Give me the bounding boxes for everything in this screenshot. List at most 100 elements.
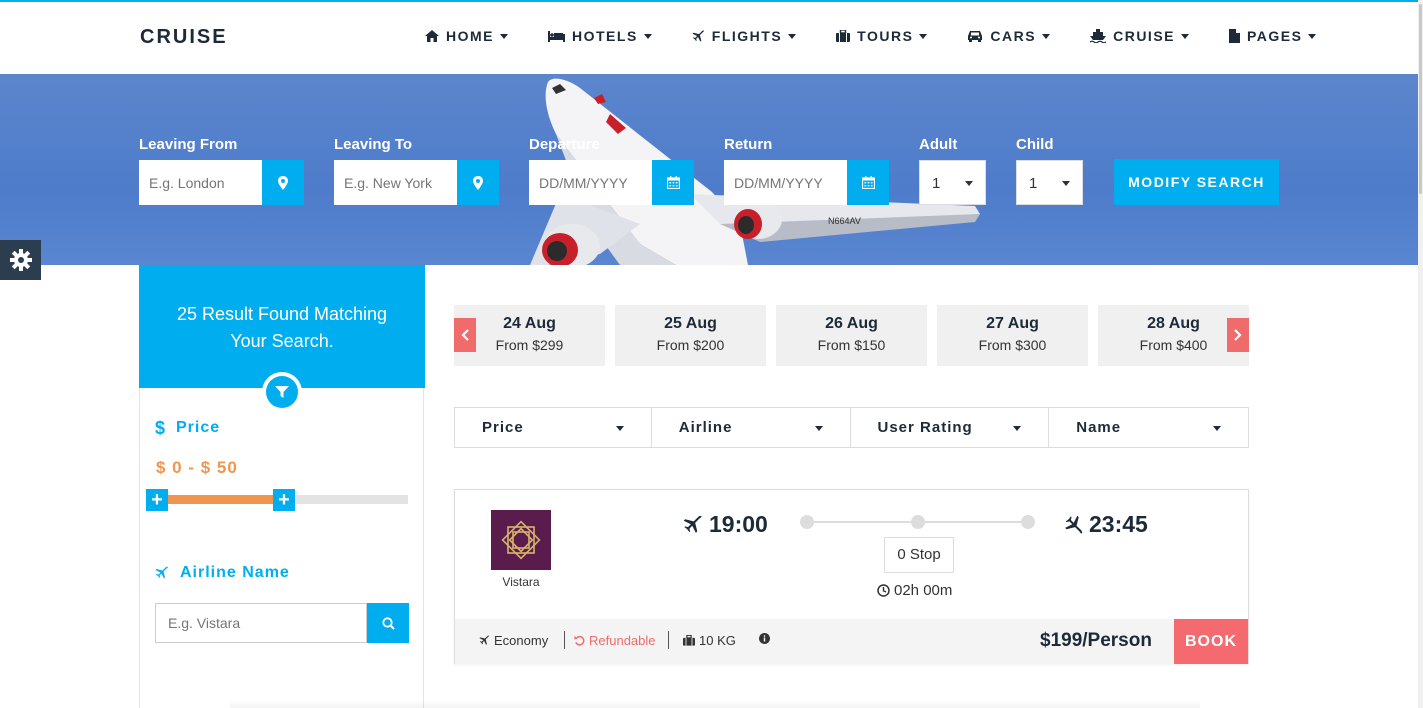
sort-user-rating[interactable]: User Rating (851, 408, 1050, 447)
date-card[interactable]: 26 Aug From $150 (776, 305, 927, 366)
price-filter-title: $ Price (155, 419, 220, 437)
nav-flights[interactable]: FLIGHTS (692, 28, 797, 44)
return-input[interactable] (724, 160, 847, 205)
gear-icon (9, 249, 32, 271)
map-marker-icon[interactable] (457, 160, 499, 205)
calendar-icon[interactable] (652, 160, 694, 205)
sort-airline[interactable]: Airline (652, 408, 851, 447)
dollar-icon: $ (155, 419, 166, 437)
adult-value: 1 (932, 175, 941, 192)
nav-pages[interactable]: PAGES (1229, 28, 1317, 44)
refund-status-value: Refundable (589, 633, 656, 648)
filter-toggle[interactable] (262, 372, 302, 412)
child-label: Child (1016, 136, 1054, 153)
airline-search-group (155, 603, 409, 643)
map-marker-icon[interactable] (262, 160, 304, 205)
settings-button[interactable] (0, 240, 41, 280)
plane-icon (479, 635, 490, 645)
date-card-date: 26 Aug (825, 315, 878, 332)
date-next-button[interactable] (1227, 318, 1249, 352)
airline-filter-title: Airline Name (155, 564, 290, 582)
price-slider-fill (156, 495, 282, 504)
airline-search-input[interactable] (155, 603, 367, 643)
departure-label: Departure (529, 136, 600, 153)
chevron-down-icon (814, 426, 823, 431)
chevron-down-icon (1062, 181, 1070, 186)
filter-icon (275, 386, 289, 398)
flight-result-card: Vistara 19:00 0 Stop 02h 00m 23:45 Econo… (454, 489, 1249, 664)
brand-logo[interactable]: CRUISE (140, 26, 228, 49)
next-card-edge (230, 700, 1200, 708)
leaving-to-input[interactable] (334, 160, 457, 205)
sort-bar: Price Airline User Rating Name (454, 407, 1249, 448)
adult-select[interactable]: 1 (919, 160, 986, 205)
divider (564, 631, 565, 649)
adult-label: Adult (919, 136, 958, 153)
nav-tours-label: TOURS (857, 28, 914, 44)
plane-icon (692, 30, 704, 42)
modify-search-button[interactable]: MODIFY SEARCH (1114, 159, 1279, 205)
result-count-box: 25 Result Found Matching Your Search. (139, 265, 425, 388)
nav-hotels[interactable]: HOTELS (548, 28, 652, 44)
nav-cars[interactable]: CARS (967, 28, 1051, 44)
cabin-class-value: Economy (494, 633, 549, 648)
date-card[interactable]: 24 Aug From $299 (454, 305, 605, 366)
undo-icon (574, 635, 585, 646)
nav-cars-label: CARS (990, 28, 1037, 44)
book-button[interactable]: BOOK (1174, 619, 1248, 664)
return-label: Return (724, 136, 773, 153)
departure-input[interactable] (529, 160, 652, 205)
price-slider-max-handle[interactable]: + (273, 489, 295, 511)
date-card[interactable]: 27 Aug From $300 (937, 305, 1088, 366)
info-icon[interactable] (759, 633, 774, 644)
leaving-from-group (139, 160, 304, 205)
nav-hotels-label: HOTELS (572, 28, 638, 44)
child-value: 1 (1029, 175, 1038, 192)
sort-name[interactable]: Name (1049, 408, 1248, 447)
page-scrollbar[interactable] (1418, 0, 1423, 708)
calendar-icon[interactable] (847, 160, 889, 205)
svg-text:$: $ (155, 419, 166, 437)
date-card[interactable]: 25 Aug From $200 (615, 305, 766, 366)
chevron-down-icon (919, 33, 928, 39)
chevron-down-icon (615, 426, 624, 431)
flight-card-footer: Economy Refundable 10 KG $199/Person BOO… (455, 619, 1248, 664)
chevron-down-icon (1308, 33, 1317, 39)
nav-home[interactable]: HOME (425, 28, 508, 44)
search-icon[interactable] (367, 603, 409, 643)
nav-cruise[interactable]: CRUISE (1090, 28, 1189, 44)
chevron-down-icon (1213, 426, 1221, 431)
divider (668, 631, 669, 649)
scrollbar-thumb[interactable] (1419, 4, 1422, 194)
nav-tours[interactable]: TOURS (836, 28, 928, 44)
sort-price[interactable]: Price (455, 408, 652, 447)
price-filter-label: Price (176, 419, 221, 436)
leaving-from-input[interactable] (139, 160, 262, 205)
return-group (724, 160, 889, 205)
arrival-time: 23:45 (1063, 511, 1148, 538)
chevron-down-icon (1013, 426, 1022, 431)
price-range-value: $ 0 - $ 50 (156, 458, 238, 477)
arrival-time-value: 23:45 (1089, 511, 1148, 537)
price-slider-min-handle[interactable]: + (146, 489, 168, 511)
departure-group (529, 160, 694, 205)
child-select[interactable]: 1 (1016, 160, 1083, 205)
nav-cruise-label: CRUISE (1113, 28, 1175, 44)
file-icon (1229, 29, 1240, 43)
flight-duration-value: 02h 00m (894, 582, 953, 599)
chevron-down-icon (643, 33, 652, 39)
date-prev-button-overlay[interactable] (454, 318, 476, 352)
home-icon (425, 30, 439, 42)
plane-icon (155, 566, 168, 579)
leaving-to-label: Leaving To (334, 136, 413, 153)
date-card-date: 27 Aug (986, 315, 1039, 332)
landing-icon (1065, 515, 1083, 534)
suitcase-icon (683, 635, 695, 646)
stops-badge: 0 Stop (884, 537, 954, 573)
sort-name-label: Name (1076, 419, 1122, 436)
airline-name: Vistara (502, 575, 540, 589)
bed-icon (548, 30, 565, 42)
main-nav: HOME HOTELS FLIGHTS TOURS CARS CRUISE PA… (425, 28, 1356, 44)
car-icon (968, 31, 983, 42)
nav-pages-label: PAGES (1247, 28, 1303, 44)
